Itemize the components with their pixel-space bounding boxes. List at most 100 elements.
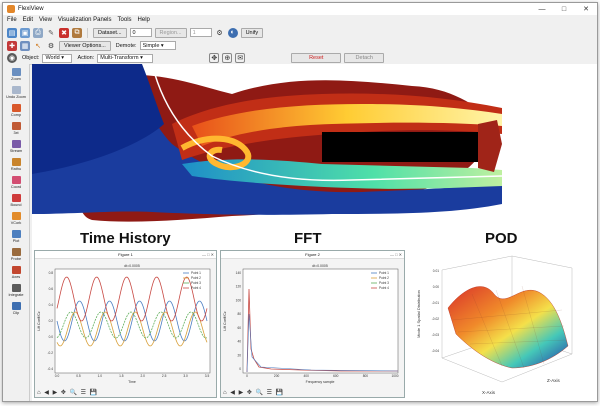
sidebar-item-label: Undo Zoom [6,94,26,99]
pointer-icon[interactable]: ↖ [33,41,43,51]
z-tick-label: -0.02 [432,317,439,321]
flow-field-render [32,63,503,222]
menu-bar: File Edit View Visualization Panels Tool… [3,15,597,25]
fft-figure-window[interactable]: Figure 2— □ ✕ dt=0.0005 Lift Coeff/Cz Fr… [220,250,405,398]
figure-toolbar[interactable]: ⌂ ◀ ▶ ✥ 🔍 ☰ 💾 [37,389,98,396]
y-tick-label: 0 [239,367,241,371]
sidebar-item-comp[interactable]: Comp [3,102,29,118]
unify-globe-icon[interactable]: ◐ [227,27,238,38]
close-button[interactable]: ✕ [575,3,597,15]
x-tick-labels: 0 200 400 600 800 1000 [246,374,399,378]
x-tick-label: 2.5 [162,374,167,378]
plot-title: dt=0.0005 [312,264,328,268]
save-icon[interactable]: ▣ [20,27,30,38]
layout-icon[interactable]: ▦ [20,40,30,51]
sidebar-item-label: Axes [11,274,21,279]
move-icon[interactable]: ✥ [209,53,220,63]
undo-zoom-icon [11,85,21,94]
minimize-button[interactable]: — [531,3,553,15]
figure-toolbar[interactable]: ⌂ ◀ ▶ ✥ 🔍 ☰ 💾 [223,389,284,396]
gear-icon[interactable]: ⚙ [46,41,56,51]
bound-icon [11,193,21,202]
sidebar-item-plot[interactable]: Plot [3,228,29,244]
object-select[interactable]: World ▾ [42,53,73,63]
figure-close-icon[interactable]: — □ ✕ [390,251,402,259]
pod-surface [447,286,569,369]
sidebar-item-clip[interactable]: Clip [3,300,29,316]
tool-sidebar: Zoom Undo Zoom Comp 3xt Stream Rathu Coord Boun… [3,64,30,401]
camera-icon[interactable]: ◉ [7,53,17,63]
sidebar-item-label: Rathu [10,166,22,171]
3xt-icon [11,121,21,130]
menu-file[interactable]: File [7,17,17,23]
delete-icon[interactable]: ✖ [59,27,69,38]
y-tick-label: 0.0 [49,335,54,339]
figure-window-title: Figure 2— □ ✕ [221,251,404,259]
sidebar-item-label: Bound [10,202,22,207]
sidebar-item-bound[interactable]: Bound [3,192,29,208]
y-tick-label: 40 [237,340,241,344]
y-tick-labels: 140 120 100 80 60 40 20 0 [236,271,242,371]
x-tick-label: 200 [274,374,280,378]
sidebar-item-coord[interactable]: Coord [3,174,29,190]
menu-help[interactable]: Help [138,17,150,23]
sidebar-item-integrate[interactable]: Integrate [3,282,29,298]
x-tick-label: 800 [363,374,369,378]
time-history-figure-window[interactable]: Figure 1— □ ✕ dt=0.0005 Lift Coeff/Cz Ti… [34,250,217,398]
y-tick-label: 0.8 [49,271,54,275]
y-tick-labels: 0.8 0.6 0.4 0.2 0.0 -0.2 -0.4 [48,271,54,371]
window-title: FlexiView [18,6,44,12]
sidebar-item-label: Probe [10,256,22,261]
title-bar: FlexiView — □ ✕ [3,3,597,15]
sidebar-item-stream[interactable]: Stream [3,138,29,154]
sidebar-item-axes[interactable]: Axes [3,264,29,280]
z-tick-label: 0.01 [433,269,439,273]
sidebar-item-rathu[interactable]: Rathu [3,156,29,172]
toolbar-main: ▤ ▣ ⎙ ✎ ✖ ⧉ Dataset... 0 Region... 1 ⚙ ◐… [3,26,597,39]
sidebar-item-probe[interactable]: Probe [3,246,29,262]
detach-button[interactable]: Detach [344,53,385,63]
sidebar-item-undo-zoom[interactable]: Undo Zoom [3,84,29,100]
menu-visualization-panels[interactable]: Visualization Panels [58,17,112,23]
x-axis-label: Frequency sample [306,380,335,384]
demote-select[interactable]: Simple ▾ [139,41,176,50]
region-button[interactable]: Region... [154,27,187,38]
region-spinbox[interactable]: 1 [189,28,212,37]
x-tick-label: 0 [246,374,248,378]
action-label: Action: [77,55,95,61]
open-file-icon[interactable]: ▤ [7,27,17,38]
z-axis-title: Mode 1 Spatial Distribution [416,290,421,338]
stream-icon [11,139,21,148]
grid-view-icon[interactable]: ✚ [7,40,17,51]
cfd-viewport[interactable] [32,63,597,227]
y-tick-label: -0.2 [48,351,54,355]
unify-button[interactable]: Unify [240,27,264,38]
viewer-options-button[interactable]: Viewer Options... [59,40,111,51]
sidebar-item-3xt[interactable]: 3xt [3,120,29,136]
rotate-icon[interactable]: ⊕ [222,53,233,63]
dataset-spinbox[interactable]: 0 [129,28,152,37]
copy-icon[interactable]: ⧉ [72,27,82,38]
menu-view[interactable]: View [39,17,52,23]
x-axis-label: Time [128,380,136,384]
menu-tools[interactable]: Tools [118,17,132,23]
action-select[interactable]: Multi-Transform ▾ [97,53,154,63]
sidebar-item-zoom[interactable]: Zoom [3,66,29,82]
plot-icon [11,229,21,238]
figure-close-icon[interactable]: — □ ✕ [202,251,214,259]
integrate-icon [11,283,21,292]
menu-edit[interactable]: Edit [23,17,33,23]
maximize-button[interactable]: □ [553,3,575,15]
fft-plot: dt=0.0005 Lift Coeff/Cz Frequency sample… [223,264,399,384]
reset-button[interactable]: Reset [291,53,342,63]
chat-icon[interactable]: ✉ [235,53,246,63]
settings-icon[interactable]: ⚙ [215,28,225,38]
legend-entry: Point 1 [379,271,389,275]
print-icon[interactable]: ⎙ [33,27,43,38]
dataset-button[interactable]: Dataset... [93,27,127,38]
time-history-plot: dt=0.0005 Lift Coeff/Cz Time 0.80.60.40.… [37,264,211,384]
coord-icon [11,175,21,184]
edit-pencil-icon[interactable]: ✎ [46,28,56,38]
x-tick-label: 400 [304,374,310,378]
sidebar-item-vcork[interactable]: VCork [3,210,29,226]
